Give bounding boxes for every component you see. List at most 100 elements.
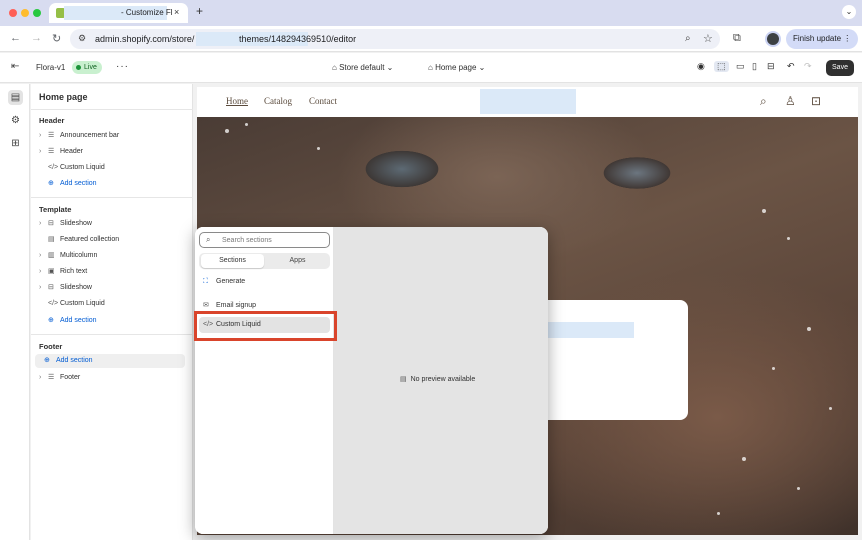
apps-icon[interactable]: ⊞ <box>8 136 23 151</box>
sidebar-item-footer[interactable]: › ☰ Footer <box>39 371 185 385</box>
add-section-button[interactable]: ⊕ Add section <box>39 314 185 328</box>
live-status-badge: Live <box>72 61 102 74</box>
nav-link-catalog[interactable]: Catalog <box>264 96 292 106</box>
sidebar-item-custom-liquid[interactable]: </> Custom Liquid <box>39 161 185 175</box>
add-section-popover: ⌕ Search sections Sections Apps ⛶ Genera… <box>195 227 548 534</box>
preview-placeholder-icon: ▤ <box>400 376 407 383</box>
sidebar-item-label: Custom Liquid <box>60 300 105 307</box>
water-droplet <box>797 487 800 490</box>
highlight-box <box>194 311 337 341</box>
divider <box>31 334 193 335</box>
sidebar-title: Home page <box>39 92 88 102</box>
browser-tab[interactable]: - Customize Fl × <box>49 3 188 23</box>
profile-avatar[interactable] <box>765 31 781 47</box>
chevron-right-icon[interactable]: › <box>39 249 41 263</box>
water-droplet <box>317 147 320 150</box>
zoom-icon[interactable]: ⌕ <box>685 33 691 44</box>
more-actions-button[interactable]: ··· <box>116 61 129 72</box>
section-sidebar: Home page Header › ☰ Announcement bar › ☰ He… <box>31 84 193 540</box>
theme-settings-icon[interactable]: ◉ <box>697 61 705 72</box>
water-droplet <box>787 237 790 240</box>
undo-icon[interactable]: ↶ <box>787 61 795 72</box>
chevron-right-icon[interactable]: › <box>39 129 41 143</box>
search-sections-input[interactable]: ⌕ Search sections <box>199 232 330 248</box>
site-settings-icon[interactable]: ⚙ <box>78 33 86 44</box>
store-selector[interactable]: ⌂ Store default ⌄ <box>332 63 393 72</box>
finish-update-button[interactable]: Finish update ⋮ <box>786 29 858 49</box>
save-button[interactable]: Save <box>826 60 854 76</box>
code-icon: </> <box>48 164 59 171</box>
url-host: admin.shopify.com/store/ <box>95 34 195 44</box>
settings-gear-icon[interactable]: ⚙ <box>8 113 23 128</box>
section-tabs: Sections Apps <box>199 253 330 269</box>
page-selector[interactable]: ⌂ Home page ⌄ <box>428 63 485 72</box>
water-droplet <box>829 407 832 410</box>
plus-circle-icon: ⊕ <box>48 317 54 324</box>
sidebar-item-featured-collection[interactable]: ▤ Featured collection <box>39 233 185 247</box>
mobile-view-icon[interactable]: ▯ <box>752 61 757 72</box>
account-icon[interactable]: ♙ <box>785 94 796 108</box>
window-close-button[interactable] <box>9 9 17 17</box>
redo-icon[interactable]: ↷ <box>804 61 812 72</box>
no-preview-label: No preview available <box>410 376 476 383</box>
chevron-right-icon[interactable]: › <box>39 281 41 295</box>
cart-icon[interactable]: ⊡ <box>811 94 821 108</box>
reload-icon[interactable]: ↻ <box>52 32 61 45</box>
tab-apps[interactable]: Apps <box>266 254 329 268</box>
section-option-generate[interactable]: ⛶ Generate <box>199 274 330 290</box>
extensions-icon[interactable]: ⧉ <box>733 32 741 45</box>
chevron-right-icon[interactable]: › <box>39 145 41 159</box>
water-droplet <box>772 367 775 370</box>
sidebar-item-label: Featured collection <box>60 236 120 243</box>
sidebar-item-slideshow[interactable]: › ⊟ Slideshow <box>39 217 185 231</box>
nav-link-home[interactable]: Home <box>226 96 248 106</box>
water-droplet <box>245 123 248 126</box>
tab-search-icon[interactable]: ⌄ <box>842 5 856 19</box>
tab-title: - Customize Fl <box>121 8 173 17</box>
sections-icon[interactable]: ▤ <box>8 90 23 105</box>
store-logo[interactable] <box>480 89 576 114</box>
redacted-region <box>542 322 634 338</box>
sidebar-item-multicolumn[interactable]: › ▥ Multicolumn <box>39 249 185 263</box>
icon-rail: ▤ ⚙ ⊞ <box>0 84 30 540</box>
sidebar-item-label: Multicolumn <box>60 252 98 259</box>
url-input[interactable]: ⚙ admin.shopify.com/store/ themes/148294… <box>70 29 720 49</box>
exit-icon[interactable]: ⇤ <box>11 61 19 72</box>
window-maximize-button[interactable] <box>33 9 41 17</box>
window-minimize-button[interactable] <box>21 9 29 17</box>
new-tab-button[interactable]: + <box>196 4 203 18</box>
search-icon[interactable]: ⌕ <box>760 94 767 109</box>
sidebar-item-label: Slideshow <box>60 220 92 227</box>
nav-link-contact[interactable]: Contact <box>309 96 337 106</box>
sidebar-item-label: Custom Liquid <box>60 164 105 171</box>
sidebar-item-label: Slideshow <box>60 284 92 291</box>
add-section-label: Add section <box>60 180 97 187</box>
sidebar-item-header[interactable]: › ☰ Header <box>39 145 185 159</box>
inspector-icon[interactable]: ⬚ <box>714 61 729 72</box>
add-section-button[interactable]: ⊕ Add section <box>35 354 185 368</box>
sidebar-item-label: Announcement bar <box>60 132 120 139</box>
back-arrow-icon[interactable]: ← <box>10 32 21 44</box>
add-section-button[interactable]: ⊕ Add section <box>39 177 185 191</box>
divider <box>31 197 193 198</box>
bookmark-star-icon[interactable]: ☆ <box>703 32 713 45</box>
sidebar-item-label: Footer <box>60 374 81 381</box>
address-bar-row: ← → ↻ ⚙ admin.shopify.com/store/ themes/… <box>0 26 862 52</box>
chevron-right-icon[interactable]: › <box>39 371 41 385</box>
sidebar-item-custom-liquid-2[interactable]: </> Custom Liquid <box>39 297 185 311</box>
chevron-right-icon[interactable]: › <box>39 217 41 231</box>
sidebar-item-announcement-bar[interactable]: › ☰ Announcement bar <box>39 129 185 143</box>
code-icon: </> <box>48 300 59 307</box>
sidebar-item-slideshow-2[interactable]: › ⊟ Slideshow <box>39 281 185 295</box>
sidebar-item-rich-text[interactable]: › ▣ Rich text <box>39 265 185 279</box>
sidebar-item-label: Rich text <box>60 268 88 275</box>
chevron-right-icon[interactable]: › <box>39 265 41 279</box>
tab-close-icon[interactable]: × <box>174 7 179 17</box>
forward-arrow-icon[interactable]: → <box>31 32 42 44</box>
fullscreen-icon[interactable]: ⊟ <box>767 61 775 72</box>
store-selector-label: Store default <box>339 63 385 72</box>
tab-sections[interactable]: Sections <box>201 254 264 268</box>
water-droplet <box>742 457 746 461</box>
desktop-view-icon[interactable]: ▭ <box>736 61 745 72</box>
no-preview-message: ▤ No preview available <box>400 375 475 383</box>
